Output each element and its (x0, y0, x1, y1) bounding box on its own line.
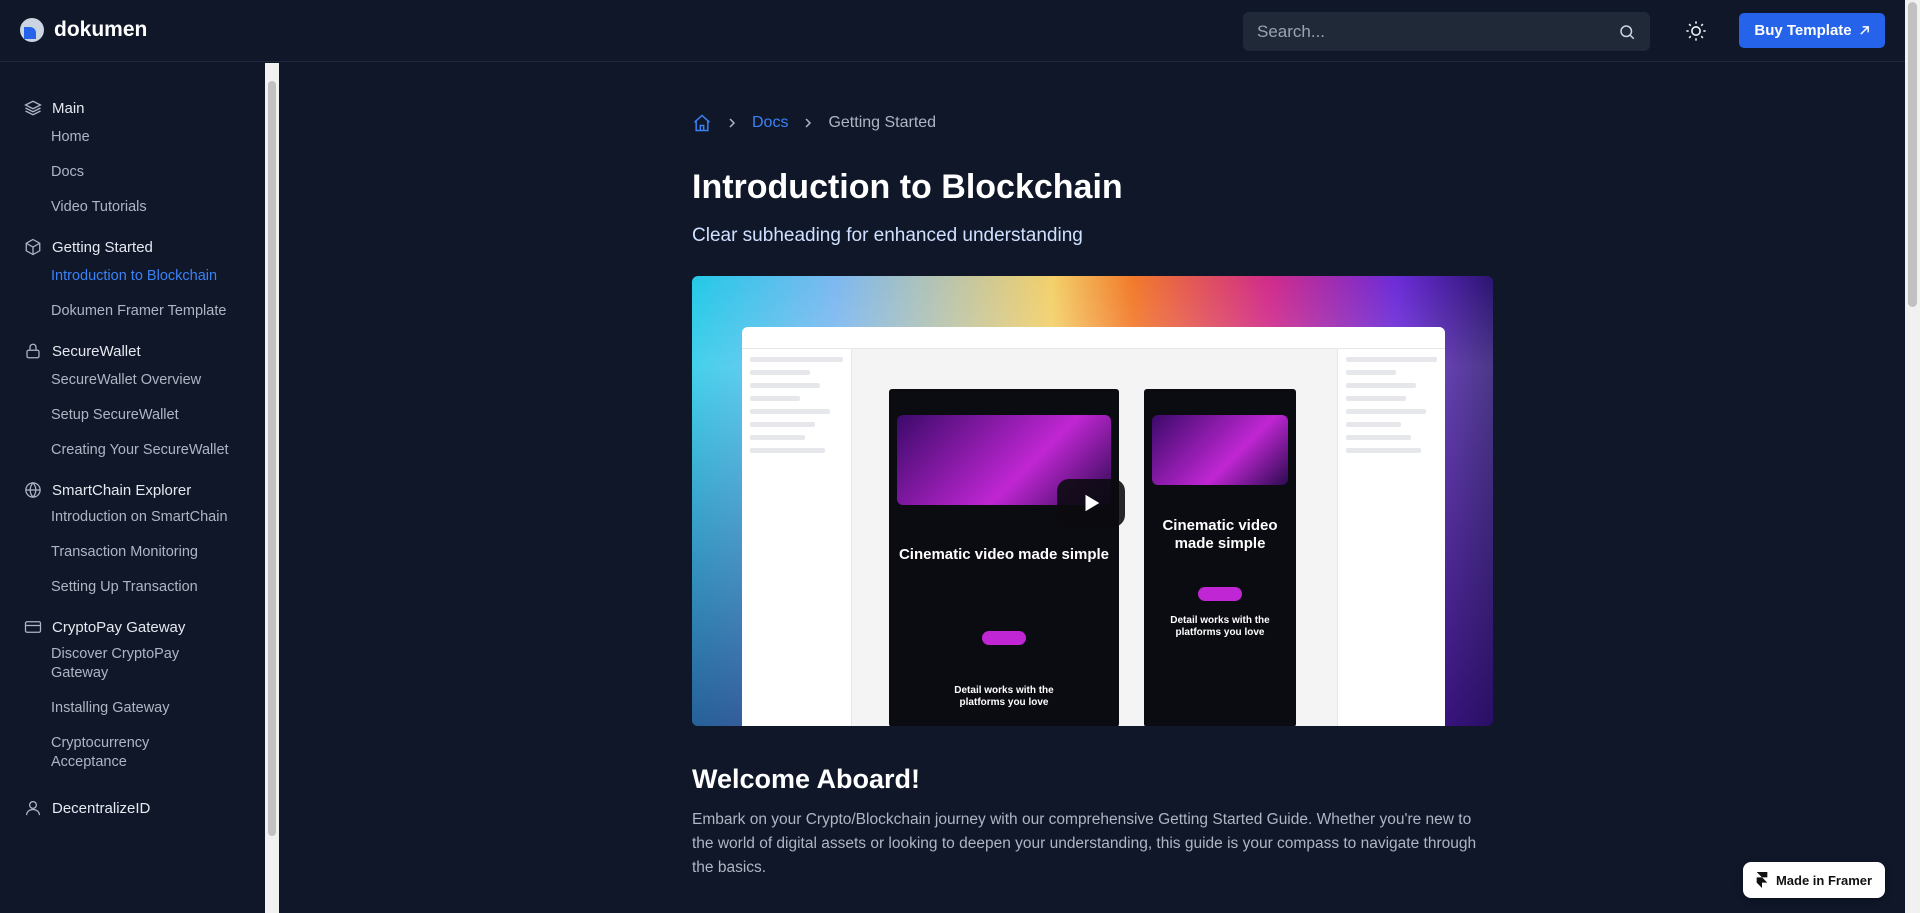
sidebar-group-title: Getting Started (52, 238, 153, 256)
page-title: Introduction to Blockchain (692, 168, 1123, 206)
sidebar-group-decentralizeid: DecentralizeID (0, 790, 265, 826)
page-scrollbar[interactable] (1905, 0, 1920, 913)
breadcrumb: Docs Getting Started (692, 110, 1494, 136)
page-subtitle: Clear subheading for enhanced understand… (692, 225, 1083, 246)
mockup-phone-button (1198, 587, 1242, 601)
sidebar-item-setup-securewallet[interactable]: Setup SecureWallet (24, 406, 265, 425)
sidebar-group-header[interactable]: SecureWallet (24, 333, 265, 369)
search-box[interactable] (1243, 12, 1650, 51)
logo-text: dokumen (54, 18, 148, 41)
play-icon (1085, 494, 1100, 512)
sidebar-group-title: CryptoPay Gateway (52, 618, 186, 636)
theme-toggle-sun-icon[interactable] (1683, 18, 1709, 44)
sidebar-group-cryptopay-gateway: CryptoPay Gateway Discover CryptoPay Gat… (0, 609, 265, 772)
breadcrumb-current: Getting Started (828, 114, 937, 131)
sidebar-item-home[interactable]: Home (24, 128, 265, 147)
sidebar-item-installing-gateway[interactable]: Installing Gateway (24, 699, 265, 718)
chevron-right-icon (805, 118, 812, 128)
sidebar-item-securewallet-overview[interactable]: SecureWallet Overview (24, 371, 265, 390)
sidebar-group-main: Main Home Docs Video Tutorials (0, 90, 265, 217)
mockup-hero-image (1152, 415, 1288, 485)
buy-template-button[interactable]: Buy Template (1739, 13, 1885, 48)
framer-logo-icon (1756, 872, 1768, 888)
search-input[interactable] (1257, 21, 1618, 42)
home-icon[interactable] (692, 113, 712, 133)
search-icon[interactable] (1618, 23, 1636, 41)
mockup-phone-left: Cinematic video made simple Detail works… (889, 389, 1119, 726)
sidebar-item-introduction-on-smartchain[interactable]: Introduction on SmartChain (24, 508, 265, 527)
credit-card-icon (24, 621, 42, 633)
mockup-phone-title: Cinematic video made simple (898, 546, 1110, 563)
sidebar-item-creating-your-securewallet[interactable]: Creating Your SecureWallet (24, 441, 265, 460)
sidebar-item-cryptocurrency-acceptance[interactable]: Cryptocurrency Acceptance (24, 734, 174, 772)
sidebar-group-securewallet: SecureWallet SecureWallet Overview Setup… (0, 333, 265, 460)
sidebar-group-title: SmartChain Explorer (52, 481, 192, 499)
sidebar-item-video-tutorials[interactable]: Video Tutorials (24, 198, 265, 217)
mockup-right-panel (1337, 349, 1445, 726)
sidebar-item-introduction-to-blockchain[interactable]: Introduction to Blockchain (24, 267, 265, 286)
user-icon (25, 800, 41, 816)
made-in-framer-badge[interactable]: Made in Framer (1743, 862, 1885, 898)
play-button[interactable] (1057, 479, 1125, 527)
sidebar-group-smartchain-explorer: SmartChain Explorer Introduction on Smar… (0, 472, 265, 597)
sidebar-group-header[interactable]: CryptoPay Gateway (24, 609, 265, 645)
sidebar-group-title: Main (52, 99, 85, 117)
buy-template-label: Buy Template (1754, 22, 1852, 39)
sidebar-group-getting-started: Getting Started Introduction to Blockcha… (0, 229, 265, 321)
sidebar-item-discover-cryptopay-gateway[interactable]: Discover CryptoPay Gateway (24, 645, 204, 683)
sidebar-item-transaction-monitoring[interactable]: Transaction Monitoring (24, 543, 265, 562)
sidebar-item-setting-up-transaction[interactable]: Setting Up Transaction (24, 578, 265, 597)
page-scrollbar-thumb[interactable] (1908, 2, 1917, 307)
sidebar-group-header[interactable]: Getting Started (24, 229, 265, 265)
top-header: dokumen Buy Template (0, 0, 1905, 62)
lock-icon (26, 343, 40, 359)
arrow-up-right-icon (1859, 26, 1869, 35)
section-body: Embark on your Crypto/Blockchain journey… (692, 811, 1477, 876)
mockup-phone-title: Cinematic video made simple (1162, 517, 1278, 552)
mockup-left-panel (742, 349, 852, 726)
sidebar: Main Home Docs Video Tutorials Getting S… (0, 62, 265, 913)
logo-icon (20, 18, 44, 42)
mockup-phone-subtitle: Detail works with the platforms you love (954, 685, 1054, 708)
sidebar-group-header[interactable]: DecentralizeID (24, 790, 265, 826)
sidebar-scrollbar-thumb[interactable] (268, 81, 276, 836)
mockup-toolbar (742, 327, 1445, 349)
sidebar-group-title: DecentralizeID (52, 799, 151, 817)
made-in-framer-label: Made in Framer (1775, 872, 1873, 888)
chevron-right-icon (729, 118, 736, 128)
breadcrumb-docs-link[interactable]: Docs (752, 114, 788, 132)
logo[interactable]: dokumen (20, 18, 147, 42)
section-title: Welcome Aboard! (692, 764, 921, 794)
mockup-phone-button (982, 631, 1026, 645)
sidebar-group-title: SecureWallet (52, 342, 141, 360)
sidebar-scrollbar[interactable] (265, 63, 279, 913)
video-player[interactable]: Cinematic video made simple Detail works… (692, 276, 1493, 726)
mockup-phone-subtitle: Detail works with the platforms you love (1170, 615, 1270, 638)
mockup-phone-right: Cinematic video made simple Detail works… (1144, 389, 1296, 726)
box-icon (25, 238, 41, 256)
sidebar-group-header[interactable]: Main (24, 90, 265, 126)
main-content: Docs Getting Started Introduction to Blo… (692, 110, 1494, 880)
sidebar-item-docs[interactable]: Docs (24, 163, 265, 182)
layers-icon (24, 100, 42, 116)
sidebar-group-header[interactable]: SmartChain Explorer (24, 472, 265, 508)
globe-icon (25, 481, 41, 499)
sidebar-item-dokumen-framer-template[interactable]: Dokumen Framer Template (24, 302, 265, 321)
